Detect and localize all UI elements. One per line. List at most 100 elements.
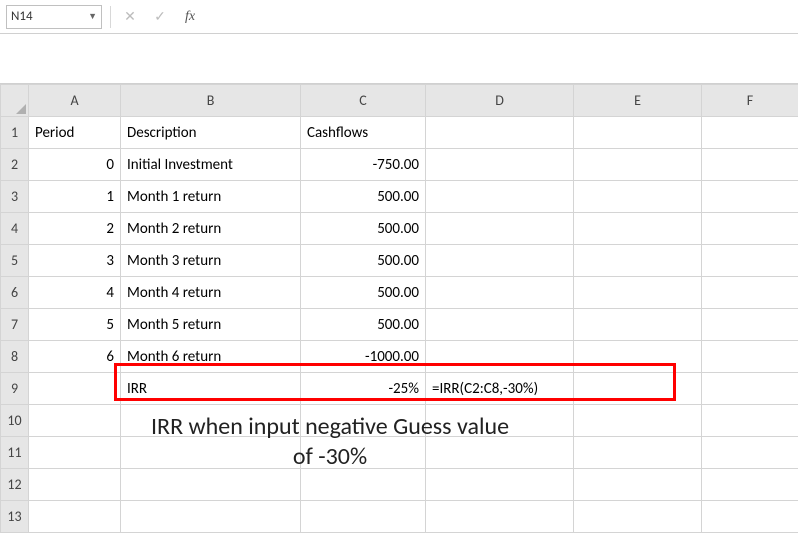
cell[interactable]: [702, 309, 798, 341]
cell[interactable]: [426, 213, 574, 245]
row-header[interactable]: 12: [1, 469, 29, 501]
cell[interactable]: Month 4 return: [121, 277, 301, 309]
cell[interactable]: [426, 277, 574, 309]
ribbon-gap: [0, 34, 798, 84]
col-header-B[interactable]: B: [121, 85, 301, 117]
formula-input[interactable]: [209, 5, 792, 29]
cell[interactable]: [301, 405, 426, 437]
chevron-down-icon[interactable]: ▼: [88, 11, 97, 22]
cell[interactable]: 500.00: [301, 181, 426, 213]
row-header[interactable]: 4: [1, 213, 29, 245]
cell[interactable]: Initial Investment: [121, 149, 301, 181]
cell[interactable]: [702, 117, 798, 149]
grid[interactable]: A B C D E F 1 Period Description Cashflo…: [0, 84, 798, 533]
cell[interactable]: [702, 149, 798, 181]
cell[interactable]: [121, 405, 301, 437]
cell[interactable]: 500.00: [301, 245, 426, 277]
cell[interactable]: Period: [29, 117, 121, 149]
cell[interactable]: IRR: [121, 373, 301, 405]
cell[interactable]: 1: [29, 181, 121, 213]
cell[interactable]: Cashflows: [301, 117, 426, 149]
col-header-D[interactable]: D: [426, 85, 574, 117]
cell[interactable]: [426, 469, 574, 501]
cell[interactable]: 500.00: [301, 277, 426, 309]
cell[interactable]: [574, 181, 702, 213]
cell[interactable]: [426, 245, 574, 277]
cell[interactable]: [702, 405, 798, 437]
cell[interactable]: 3: [29, 245, 121, 277]
row-header[interactable]: 3: [1, 181, 29, 213]
cell[interactable]: [574, 373, 702, 405]
cell[interactable]: [702, 469, 798, 501]
col-header-A[interactable]: A: [29, 85, 121, 117]
cell[interactable]: [574, 149, 702, 181]
cell[interactable]: [574, 341, 702, 373]
cell[interactable]: [702, 277, 798, 309]
cell[interactable]: [702, 373, 798, 405]
cell[interactable]: [702, 437, 798, 469]
cell[interactable]: [426, 149, 574, 181]
cell[interactable]: [426, 181, 574, 213]
cell[interactable]: -750.00: [301, 149, 426, 181]
cell[interactable]: [29, 405, 121, 437]
cell[interactable]: Month 5 return: [121, 309, 301, 341]
cell[interactable]: [574, 117, 702, 149]
cell[interactable]: [426, 437, 574, 469]
name-box[interactable]: N14 ▼: [6, 5, 102, 29]
cell[interactable]: 0: [29, 149, 121, 181]
cell[interactable]: [29, 373, 121, 405]
cell[interactable]: 6: [29, 341, 121, 373]
cell[interactable]: 2: [29, 213, 121, 245]
cell[interactable]: [29, 437, 121, 469]
cell[interactable]: [574, 469, 702, 501]
cell[interactable]: -25%: [301, 373, 426, 405]
cell[interactable]: 500.00: [301, 309, 426, 341]
cell[interactable]: [426, 405, 574, 437]
table-row: 6 4 Month 4 return 500.00: [1, 277, 798, 309]
row-header[interactable]: 9: [1, 373, 29, 405]
cell[interactable]: 5: [29, 309, 121, 341]
cell[interactable]: [574, 277, 702, 309]
row-header[interactable]: 5: [1, 245, 29, 277]
cell[interactable]: Month 3 return: [121, 245, 301, 277]
fx-icon[interactable]: fx: [179, 6, 201, 28]
cell[interactable]: [702, 341, 798, 373]
cell[interactable]: 4: [29, 277, 121, 309]
cell[interactable]: Month 6 return: [121, 341, 301, 373]
cell[interactable]: [426, 341, 574, 373]
select-all-corner[interactable]: [1, 85, 29, 117]
cell[interactable]: Month 2 return: [121, 213, 301, 245]
worksheet[interactable]: A B C D E F 1 Period Description Cashflo…: [0, 84, 798, 533]
cell[interactable]: [574, 405, 702, 437]
row-header[interactable]: 2: [1, 149, 29, 181]
cell[interactable]: [702, 213, 798, 245]
cell[interactable]: 500.00: [301, 213, 426, 245]
col-header-C[interactable]: C: [301, 85, 426, 117]
row-header[interactable]: 7: [1, 309, 29, 341]
cell[interactable]: [574, 213, 702, 245]
cell[interactable]: [301, 437, 426, 469]
row-header[interactable]: 11: [1, 437, 29, 469]
cell[interactable]: =IRR(C2:C8,-30%): [426, 373, 574, 405]
col-header-F[interactable]: F: [702, 85, 798, 117]
cell[interactable]: [574, 309, 702, 341]
cell[interactable]: [121, 469, 301, 501]
cell[interactable]: [426, 117, 574, 149]
cell[interactable]: [29, 469, 121, 501]
cell[interactable]: [702, 245, 798, 277]
row-header[interactable]: 8: [1, 341, 29, 373]
cell[interactable]: Description: [121, 117, 301, 149]
cell[interactable]: [574, 437, 702, 469]
cell[interactable]: -1000.00: [301, 341, 426, 373]
table-row: 3 1 Month 1 return 500.00: [1, 181, 798, 213]
cell[interactable]: [426, 309, 574, 341]
cell[interactable]: [121, 437, 301, 469]
row-header[interactable]: 6: [1, 277, 29, 309]
col-header-E[interactable]: E: [574, 85, 702, 117]
cell[interactable]: Month 1 return: [121, 181, 301, 213]
row-header[interactable]: 1: [1, 117, 29, 149]
cell[interactable]: [301, 469, 426, 501]
cell[interactable]: [702, 181, 798, 213]
row-header[interactable]: 10: [1, 405, 29, 437]
cell[interactable]: [574, 245, 702, 277]
